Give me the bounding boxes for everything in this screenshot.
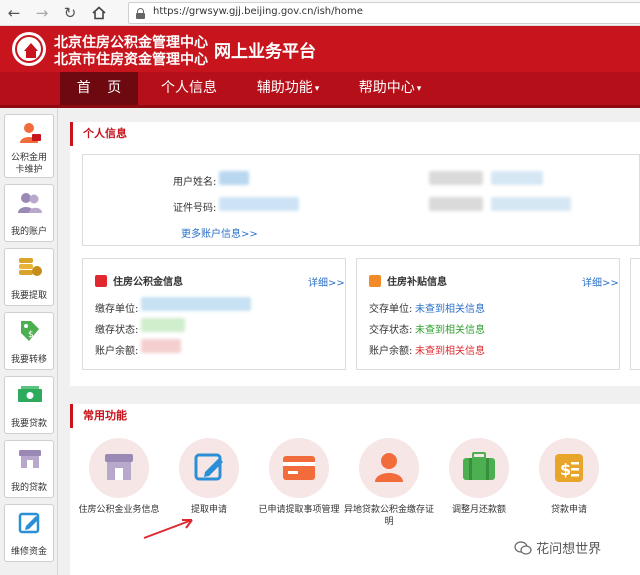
sidebar-label: 维修资金 xyxy=(10,547,47,557)
fn-label: 已申请提取事项管理 xyxy=(258,505,340,515)
id-number-label: 证件号码: xyxy=(173,203,217,214)
personal-info-panel: 个人信息 用户姓名: 证件号码: 更多账户信息>> 住房公积金信息 详细>> 缴… xyxy=(70,122,640,386)
user-card-icon xyxy=(20,123,41,143)
browser-toolbar: ← → ↻ https://grwsyw.gjj.beijing.gov.cn/… xyxy=(0,0,640,26)
sidebar-item-transfer[interactable]: $ 我要转移 xyxy=(4,312,54,370)
caret-down-icon: ▾ xyxy=(314,84,320,94)
nav-aux-functions[interactable]: 辅助功能 ▾ xyxy=(248,72,328,105)
sidebar-item-my-loan[interactable]: 我的贷款 xyxy=(4,440,54,498)
fund-detail-link[interactable]: 详细>> xyxy=(308,274,345,289)
subsidy-row-label: 交存单位: xyxy=(369,304,413,315)
subsidy-balance-value: 未查到相关信息 xyxy=(415,346,485,357)
user-name-label: 用户姓名: xyxy=(173,177,217,188)
platform-title: 网上业务平台 xyxy=(214,42,316,62)
redacted-field xyxy=(429,197,483,211)
fund-row-label: 账户余额: xyxy=(95,346,139,357)
coins-icon xyxy=(19,258,42,276)
sidebar: 公积金用 卡维护 我的账户 我要提取 $ 我要转移 我要贷款 我的贷款 维修资金 xyxy=(0,108,58,575)
fn-label: 贷款申请 xyxy=(550,505,587,515)
sidebar-item-card-maintenance[interactable]: 公积金用 卡维护 xyxy=(4,114,54,178)
wechat-icon xyxy=(514,541,532,555)
sidebar-label: 卡维护 xyxy=(15,165,43,175)
sidebar-item-loan[interactable]: 我要贷款 xyxy=(4,376,54,434)
fn-circle: $ xyxy=(539,438,599,498)
subsidy-row-label: 账户余额: xyxy=(369,346,413,357)
subsidy-info-card: 住房补贴信息 详细>> 交存单位: 未查到相关信息 交存状态: 未查到相关信息 … xyxy=(356,258,620,370)
sidebar-label: 我要转移 xyxy=(10,355,47,365)
redacted-field xyxy=(491,171,543,185)
redacted-field xyxy=(141,339,181,353)
forward-icon[interactable]: → xyxy=(32,3,52,23)
sidebar-label: 我要提取 xyxy=(10,291,47,301)
subsidy-card-title: 住房补贴信息 xyxy=(369,273,447,288)
id-number-value-redacted xyxy=(219,197,299,211)
common-functions-title: 常用功能 xyxy=(70,404,640,428)
account-summary-box: 用户姓名: 证件号码: 更多账户信息>> xyxy=(82,154,640,246)
person-icon xyxy=(375,453,403,482)
fund-card-title: 住房公积金信息 xyxy=(95,273,183,288)
redacted-field xyxy=(491,197,571,211)
sidebar-item-maintenance-fund[interactable]: 维修资金 xyxy=(4,504,54,562)
fund-info-card: 住房公积金信息 详细>> 缴存单位: 缴存状态: 账户余额: xyxy=(82,258,346,370)
users-icon xyxy=(18,193,42,213)
home-icon[interactable] xyxy=(89,3,109,23)
cash-icon xyxy=(18,386,42,402)
storefront-icon xyxy=(105,454,133,480)
sidebar-item-my-account[interactable]: 我的账户 xyxy=(4,184,54,242)
sidebar-label: 我要贷款 xyxy=(10,419,47,429)
site-header: 北京住房公积金管理中心 北京市住房资金管理中心 网上业务平台 xyxy=(0,26,640,72)
fund-row-label: 缴存单位: xyxy=(95,304,139,315)
storefront-icon xyxy=(19,450,41,468)
user-name-value-redacted xyxy=(219,171,249,185)
back-icon[interactable]: ← xyxy=(4,3,24,23)
svg-text:$: $ xyxy=(28,330,34,340)
nav-home[interactable]: 首 页 xyxy=(60,72,138,105)
subsidy-row-label: 交存状态: xyxy=(369,325,413,336)
personal-info-title: 个人信息 xyxy=(70,122,640,146)
sidebar-item-withdraw[interactable]: 我要提取 xyxy=(4,248,54,306)
main-nav: 首 页 个人信息 辅助功能 ▾ 帮助中心 ▾ xyxy=(0,72,640,108)
reload-icon[interactable]: ↻ xyxy=(60,3,80,23)
more-account-info-link[interactable]: 更多账户信息>> xyxy=(181,225,258,240)
redacted-field xyxy=(141,318,185,332)
edit-icon xyxy=(194,453,223,481)
redacted-field xyxy=(141,297,251,311)
emblem-logo xyxy=(12,32,46,66)
lock-icon xyxy=(136,8,145,19)
nav-personal-info[interactable]: 个人信息 xyxy=(152,72,226,105)
address-bar[interactable]: https://grwsyw.gjj.beijing.gov.cn/ish/ho… xyxy=(128,2,640,24)
briefcase-icon xyxy=(463,452,495,480)
subsidy-unit-value: 未查到相关信息 xyxy=(415,304,485,315)
edit-icon xyxy=(18,512,40,534)
subsidy-detail-link[interactable]: 详细>> xyxy=(582,274,619,289)
org-name-line2: 北京市住房资金管理中心 xyxy=(54,52,208,68)
caret-down-icon: ▾ xyxy=(416,84,422,94)
fund-row-label: 缴存状态: xyxy=(95,325,139,336)
card-edge xyxy=(630,258,640,370)
fn-circle xyxy=(269,438,329,498)
fn-label: 异地贷款公积金缴存证明 xyxy=(344,505,435,527)
fn-circle xyxy=(449,438,509,498)
subsidy-status-value: 未查到相关信息 xyxy=(415,325,485,336)
fn-circle xyxy=(179,438,239,498)
house-icon xyxy=(369,275,381,287)
nav-help-center[interactable]: 帮助中心 ▾ xyxy=(350,72,430,105)
info-area: 用户姓名: 证件号码: 更多账户信息>> 住房公积金信息 详细>> 缴存单位: … xyxy=(82,154,640,372)
sidebar-label: 公积金用 xyxy=(10,153,47,163)
sidebar-label: 我的贷款 xyxy=(10,483,47,493)
fn-label: 调整月还款额 xyxy=(451,505,506,515)
svg-text:$: $ xyxy=(560,460,571,479)
annotation-arrow xyxy=(143,519,193,539)
money-icon: $ xyxy=(555,454,583,482)
redacted-field xyxy=(429,171,483,185)
fn-circle xyxy=(359,438,419,498)
fund-icon xyxy=(95,275,107,287)
url-text: https://grwsyw.gjj.beijing.gov.cn/ish/ho… xyxy=(153,6,363,17)
fn-circle xyxy=(89,438,149,498)
transfer-tag-icon: $ xyxy=(21,321,39,341)
card-icon xyxy=(283,456,315,480)
watermark-text: 花问想世界 xyxy=(536,542,602,557)
sidebar-label: 我的账户 xyxy=(10,227,47,237)
watermark: 花问想世界 xyxy=(514,538,601,557)
